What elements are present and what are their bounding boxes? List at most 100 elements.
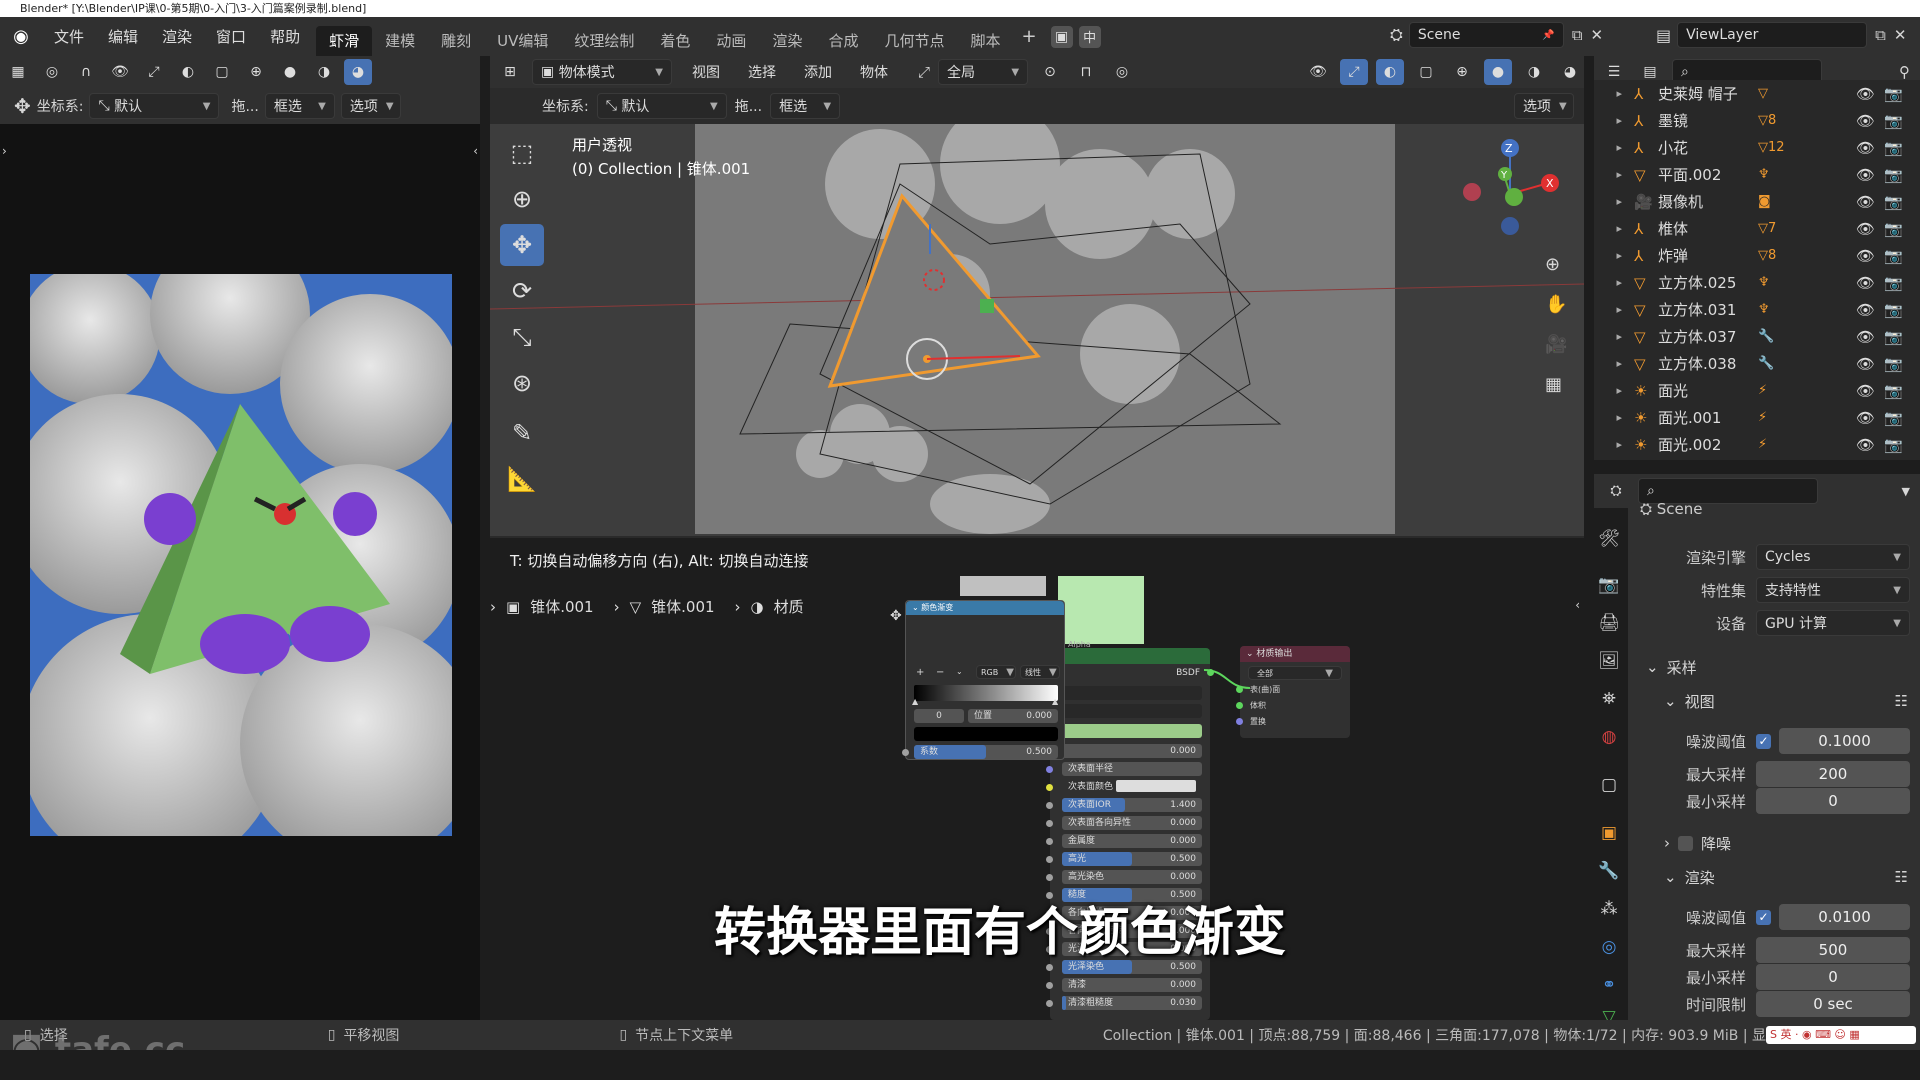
world-tab-icon[interactable]: ◍: [1598, 726, 1620, 748]
bsdf-input-row[interactable]: 次表面各向异性 0.000: [1062, 816, 1202, 830]
render-camera-icon[interactable]: 📷: [1884, 166, 1903, 184]
expand-icon[interactable]: ▸: [1594, 87, 1634, 100]
r-noise-field[interactable]: 0.0100: [1779, 904, 1910, 930]
collection-tab-icon[interactable]: ▢: [1598, 774, 1620, 796]
ramp-factor-socket[interactable]: [902, 749, 909, 756]
physics-tab-icon[interactable]: ◎: [1598, 936, 1620, 958]
ramp-gradient[interactable]: [914, 685, 1058, 701]
viewlayer-selector[interactable]: ViewLayer: [1677, 22, 1868, 48]
proportional-icon[interactable]: ◎: [38, 59, 66, 85]
color-preview-swatch[interactable]: [1058, 576, 1144, 644]
tool-tab-icon[interactable]: 🛠: [1598, 528, 1620, 550]
render-camera-icon[interactable]: 📷: [1884, 112, 1903, 130]
modifier-icon[interactable]: ◙: [1758, 194, 1808, 209]
eye-icon[interactable]: 👁: [1856, 85, 1875, 103]
sampling-panel-header[interactable]: ⌄ 采样: [1646, 656, 1908, 678]
outliner-item[interactable]: ▸ ☀ 面光.002 ⚡ 👁 📷: [1594, 431, 1920, 458]
expand-icon[interactable]: ▸: [1594, 114, 1634, 127]
modifier-icon[interactable]: ♆: [1758, 275, 1808, 290]
vp-max-field[interactable]: 200: [1756, 761, 1910, 787]
viewport-menu-item[interactable]: 视图: [680, 62, 732, 82]
time-limit-field[interactable]: 0 sec: [1756, 991, 1910, 1017]
measure-tool-icon[interactable]: 📐: [500, 458, 544, 500]
render-camera-icon[interactable]: 📷: [1884, 247, 1903, 265]
modifier-icon[interactable]: ♆: [1758, 167, 1808, 182]
bsdf-input-row[interactable]: 次表面半径: [1062, 762, 1202, 776]
image-node-preview[interactable]: [960, 576, 1046, 596]
ramp-stop-index[interactable]: 0: [914, 709, 964, 723]
input-method-icon[interactable]: 中: [1078, 25, 1101, 48]
drag-label[interactable]: 拖...: [735, 96, 762, 116]
ramp-menu-icon[interactable]: ⌄: [956, 667, 963, 676]
bsdf-dropdown-2[interactable]: [1058, 704, 1202, 718]
bsdf-input-row[interactable]: 清漆粗糙度 0.030: [1062, 996, 1202, 1010]
modifier-icon[interactable]: ♆: [1758, 302, 1808, 317]
outliner-item[interactable]: ▸ ⅄ 墨镜 ▽8 👁 📷: [1594, 107, 1920, 134]
eye-icon[interactable]: 👁: [1856, 139, 1875, 157]
mode-dropdown[interactable]: ▣ 物体模式 ▼: [532, 59, 672, 85]
blender-logo-icon[interactable]: ◉: [0, 26, 42, 47]
eye-icon[interactable]: 👁: [1856, 112, 1875, 130]
bsdf-input-socket[interactable]: [1046, 874, 1053, 881]
tab-workspace[interactable]: 纹理绘制: [561, 26, 647, 56]
modifier-tab-icon[interactable]: 🔧: [1598, 860, 1620, 882]
tab-workspace[interactable]: 着色: [647, 26, 703, 56]
outliner-item[interactable]: ▸ ☀ 面光.001 ⚡ 👁 📷: [1594, 404, 1920, 431]
r-min-field[interactable]: 0: [1756, 964, 1910, 990]
script-icon[interactable]: ▣: [1050, 25, 1073, 48]
ortho-toggle-icon[interactable]: ▦: [1545, 374, 1562, 395]
tab-workspace[interactable]: 脚本: [957, 26, 1013, 56]
menu-item[interactable]: 文件: [42, 26, 96, 47]
render-camera-icon[interactable]: 📷: [1884, 436, 1903, 454]
bsdf-input-socket[interactable]: [1046, 856, 1053, 863]
viewport-menu-item[interactable]: 选择: [736, 62, 788, 82]
gizmo-icon[interactable]: ⤢: [140, 59, 168, 85]
expand-icon[interactable]: ▸: [1594, 168, 1634, 181]
bsdf-input-socket[interactable]: [1046, 820, 1053, 827]
eye-icon[interactable]: 👁: [1856, 247, 1875, 265]
ramp-stop-right[interactable]: ▲: [1052, 697, 1058, 706]
expand-icon[interactable]: ▸: [1594, 330, 1634, 343]
zoom-icon[interactable]: ⊕: [1545, 254, 1560, 275]
ramp-stop-color[interactable]: [914, 727, 1058, 741]
modifier-icon[interactable]: ▽12: [1758, 140, 1808, 155]
displacement-socket[interactable]: [1236, 718, 1243, 725]
pivot-icon[interactable]: ⊙: [1036, 59, 1064, 85]
viewport-3d[interactable]: 用户透视 (0) Collection | 锥体.001 ⬚ ⊕ ✥ ⟳ ⤡ ⊛…: [490, 124, 1584, 536]
breadcrumb-mesh[interactable]: 锥体.001: [651, 596, 714, 617]
constraints-tab-icon[interactable]: ⚭: [1598, 974, 1620, 996]
modifier-icon[interactable]: ▽8: [1758, 113, 1808, 128]
r-max-field[interactable]: 500: [1756, 937, 1910, 963]
render-camera-icon[interactable]: 📷: [1884, 274, 1903, 292]
scale-tool-icon[interactable]: ⤡: [500, 316, 544, 358]
render-camera-icon[interactable]: 📷: [1884, 301, 1903, 319]
render-camera-icon[interactable]: 📷: [1884, 382, 1903, 400]
modifier-icon[interactable]: ▽7: [1758, 221, 1808, 236]
expand-icon[interactable]: ▸: [1594, 141, 1634, 154]
editor-type-icon[interactable]: ▦: [4, 59, 32, 85]
viewport-subpanel-header[interactable]: ⌄ 视图 ☷: [1664, 690, 1908, 712]
expand-icon[interactable]: ▸: [1594, 438, 1634, 451]
eye-icon[interactable]: 👁: [1856, 166, 1875, 184]
bsdf-input-socket[interactable]: [1046, 838, 1053, 845]
viewlayer-icon[interactable]: ▤: [1656, 26, 1671, 45]
r-noise-checkbox[interactable]: ✓: [1756, 909, 1771, 925]
list-icon[interactable]: ☷: [1895, 868, 1908, 886]
wireframe-shading-icon[interactable]: ⊕: [242, 59, 270, 85]
eye-icon[interactable]: 👁: [1856, 301, 1875, 319]
menu-item[interactable]: 帮助: [258, 26, 312, 47]
expand-icon[interactable]: ▸: [1594, 195, 1634, 208]
new-viewlayer-icon[interactable]: ⧉: [1875, 26, 1886, 44]
eye-icon[interactable]: 👁: [1856, 328, 1875, 346]
render-camera-icon[interactable]: 📷: [1884, 220, 1903, 238]
modifier-icon[interactable]: 🔧: [1758, 356, 1808, 371]
render-tab-icon[interactable]: 📷: [1598, 574, 1620, 596]
outliner-item[interactable]: ▸ ▽ 立方体.031 ♆ 👁 📷: [1594, 296, 1920, 323]
denoise-subpanel-header[interactable]: › 降噪: [1664, 832, 1908, 854]
bsdf-input-row[interactable]: 次表面颜色: [1062, 780, 1202, 794]
falloff-icon[interactable]: ∩: [72, 59, 100, 85]
tab-workspace[interactable]: UV编辑: [484, 26, 561, 56]
pan-icon[interactable]: ✋: [1545, 294, 1567, 315]
visibility-icon[interactable]: 👁: [1304, 59, 1332, 85]
bsdf-input-row[interactable]: 清漆 0.000: [1062, 978, 1202, 992]
